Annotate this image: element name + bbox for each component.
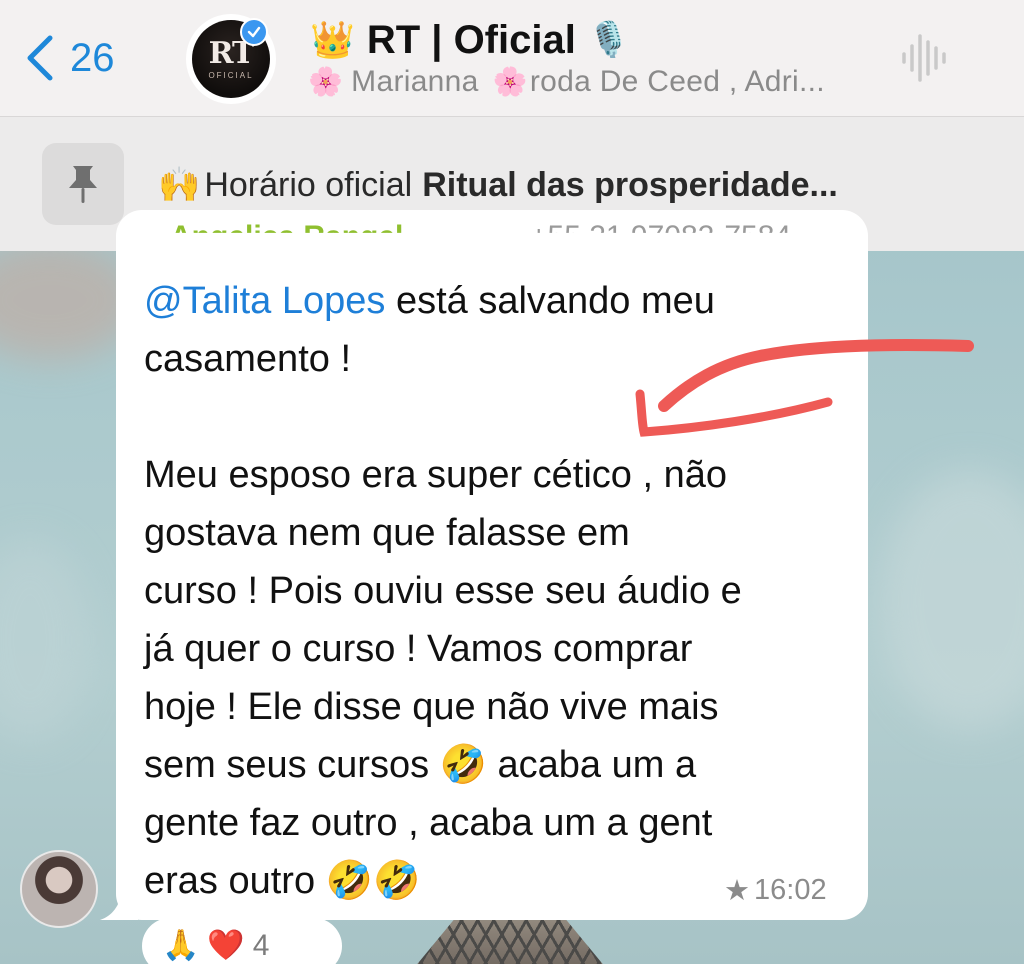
chat-title[interactable]: 👑 RT | Oficial 🎙️: [310, 14, 630, 66]
group-members[interactable]: 🌸 Marianna 🌸 roda De Ceed , Adri...: [308, 62, 825, 102]
message-time: 16:02: [754, 873, 827, 906]
wallpaper-blob: [0, 540, 90, 740]
mention-link[interactable]: @Talita Lopes: [144, 280, 385, 322]
wallpaper-blob: [880, 470, 1024, 730]
unread-count: 26: [70, 35, 115, 80]
pinned-title: Ritual das prosperidade...: [422, 165, 838, 204]
pinned-prefix: Horário oficial: [204, 165, 413, 204]
message-line: hoje ! Ele disse que não vive mais: [144, 686, 719, 728]
message-line: Meu esposo era super cético , não: [144, 454, 728, 496]
voice-waveform-icon[interactable]: [898, 32, 950, 84]
chat-screen: 26 RT OFICIAL 👑 RT | Oficial 🎙️ 🌸 Marian…: [0, 0, 1024, 964]
chat-header: 26 RT OFICIAL 👑 RT | Oficial 🎙️ 🌸 Marian…: [0, 0, 1024, 117]
annotation-arrow: [635, 339, 974, 437]
avatar-caption: OFICIAL: [208, 70, 254, 80]
message-line: @Talita Lopes está salvando meu: [144, 272, 844, 330]
group-name: RT | Oficial: [366, 17, 576, 62]
message-line: gostava nem que falasse em: [144, 512, 630, 554]
folded-hands-emoji: 🙏: [162, 929, 200, 962]
pin-icon[interactable]: [42, 143, 124, 225]
message-line: já quer o curso ! Vamos comprar: [144, 628, 693, 670]
member-names: roda De Ceed , Adri...: [529, 65, 825, 98]
red-heart-emoji: ❤️: [207, 929, 245, 962]
message-line-text: está salvando meu: [385, 280, 715, 322]
microphone-emoji: 🎙️: [587, 21, 631, 59]
message-line: gente faz outro , acaba um a gent: [144, 802, 713, 844]
message-meta: ★ 16:02: [724, 870, 827, 910]
chevron-left-icon: [22, 30, 56, 86]
member-name: Marianna: [351, 65, 479, 98]
message-line: sem seus cursos 🤣 acaba um a: [144, 744, 697, 786]
verified-badge-icon: [240, 18, 268, 46]
reaction-count: 4: [252, 929, 270, 962]
star-icon: ★: [724, 874, 750, 907]
pinned-message-text: 🙌 Horário oficial Ritual das prosperidad…: [158, 157, 838, 213]
message-line: curso ! Pois ouviu esse seu áudio e: [144, 570, 742, 612]
sender-avatar[interactable]: [20, 850, 98, 928]
flower-emoji: 🌸: [308, 66, 344, 97]
reactions-pill[interactable]: 🙏 ❤️ 4: [142, 918, 342, 964]
raised-hands-emoji: 🙌: [158, 166, 201, 204]
back-button[interactable]: 26: [22, 30, 115, 86]
crown-emoji: 👑: [310, 19, 355, 60]
flower-emoji: 🌸: [492, 66, 528, 97]
